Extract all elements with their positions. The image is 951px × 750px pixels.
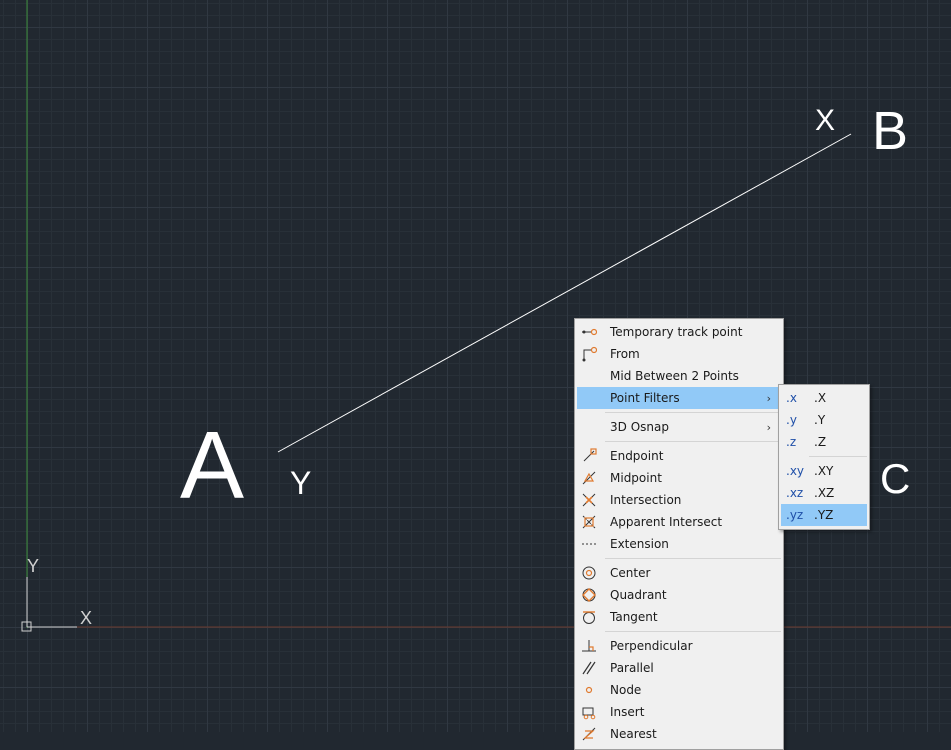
nearest-icon <box>581 726 597 742</box>
point-b-label: B <box>872 101 909 161</box>
chevron-right-icon: › <box>766 391 771 405</box>
menu-item-label: Perpendicular <box>610 639 693 653</box>
midpoint-icon <box>581 470 597 486</box>
menu-item-temporary-track-point[interactable]: Temporary track point <box>577 321 781 343</box>
filter-short-label: .x <box>786 391 797 405</box>
menu-item-point-filters[interactable]: Point Filters › <box>577 387 781 409</box>
menu-separator <box>605 558 781 559</box>
menu-item-3d-osnap[interactable]: 3D Osnap › <box>577 416 781 438</box>
ucs-y-label: Y <box>27 556 40 576</box>
menu-item-label: Center <box>610 566 651 580</box>
menu-item-label: Mid Between 2 Points <box>610 369 739 383</box>
perpendicular-icon <box>581 638 597 654</box>
menu-separator <box>605 441 781 442</box>
extension-icon <box>581 536 597 552</box>
filter-label: .XZ <box>814 486 835 500</box>
menu-item-from[interactable]: From <box>577 343 781 365</box>
x-label-near-b: X <box>815 104 836 137</box>
menu-item-label: Insert <box>610 705 645 719</box>
menu-item-label: 3D Osnap <box>610 420 669 434</box>
from-icon <box>581 346 598 362</box>
chevron-right-icon: › <box>766 420 771 434</box>
menu-item-label: Node <box>610 683 642 697</box>
endpoint-icon <box>581 448 597 464</box>
submenu-item-z[interactable]: .z .Z <box>781 431 867 453</box>
center-icon <box>581 565 597 581</box>
filter-short-label: .xz <box>786 486 804 500</box>
menu-item-label: Quadrant <box>610 588 667 602</box>
menu-item-node[interactable]: Node <box>577 679 781 701</box>
menu-item-quadrant[interactable]: Quadrant <box>577 584 781 606</box>
node-icon <box>581 682 597 698</box>
menu-item-tangent[interactable]: Tangent <box>577 606 781 628</box>
filter-short-label: .yz <box>786 508 804 522</box>
menu-item-endpoint[interactable]: Endpoint <box>577 445 781 467</box>
insert-icon <box>581 704 597 720</box>
menu-item-extension[interactable]: Extension <box>577 533 781 555</box>
menu-item-label: Apparent Intersect <box>610 515 723 529</box>
menu-separator <box>605 412 781 413</box>
menu-item-label: Point Filters <box>610 391 680 405</box>
filter-short-label: .xy <box>786 464 805 478</box>
submenu-item-xz[interactable]: .xz .XZ <box>781 482 867 504</box>
point-a-label: A <box>180 412 245 519</box>
menu-item-midpoint[interactable]: Midpoint <box>577 467 781 489</box>
submenu-item-x[interactable]: .x .X <box>781 387 867 409</box>
filter-label: .Z <box>814 435 827 449</box>
drawing-canvas[interactable]: A B C X Y Y X <box>0 0 951 732</box>
menu-item-label: Midpoint <box>610 471 662 485</box>
filter-label: .Y <box>814 413 826 427</box>
apparent-intersect-icon <box>581 514 597 530</box>
menu-item-apparent-intersect[interactable]: Apparent Intersect <box>577 511 781 533</box>
filter-label: .XY <box>814 464 834 478</box>
point-filters-submenu: .x .X .y .Y .z .Z .xy .XY .xz .XZ .yz .Y… <box>778 384 870 530</box>
intersection-icon <box>581 492 597 508</box>
menu-separator <box>605 631 781 632</box>
temporary-track-icon <box>581 324 598 340</box>
menu-item-intersection[interactable]: Intersection <box>577 489 781 511</box>
ucs-x-label: X <box>80 608 93 628</box>
submenu-item-y[interactable]: .y .Y <box>781 409 867 431</box>
menu-item-label: Extension <box>610 537 669 551</box>
menu-item-label: Parallel <box>610 661 654 675</box>
filter-label: .YZ <box>814 508 834 522</box>
menu-item-label: Intersection <box>610 493 682 507</box>
filter-short-label: .z <box>786 435 797 449</box>
menu-item-mid-between-2-points[interactable]: Mid Between 2 Points <box>577 365 781 387</box>
tangent-icon <box>581 609 597 625</box>
point-c-label: C <box>880 455 911 502</box>
menu-item-nearest[interactable]: Nearest <box>577 723 781 745</box>
menu-item-label: Tangent <box>610 610 658 624</box>
submenu-item-yz[interactable]: .yz .YZ <box>781 504 867 526</box>
menu-item-label: From <box>610 347 640 361</box>
osnap-context-menu: Temporary track point From Mid Between 2… <box>574 318 784 750</box>
menu-item-label: Nearest <box>610 727 657 741</box>
menu-item-center[interactable]: Center <box>577 562 781 584</box>
submenu-separator <box>809 456 867 457</box>
quadrant-icon <box>581 587 597 603</box>
filter-short-label: .y <box>786 413 797 427</box>
parallel-icon <box>581 660 597 676</box>
menu-item-parallel[interactable]: Parallel <box>577 657 781 679</box>
menu-item-perpendicular[interactable]: Perpendicular <box>577 635 781 657</box>
menu-item-label: Endpoint <box>610 449 664 463</box>
y-label-near-a: Y <box>290 465 312 501</box>
filter-label: .X <box>814 391 827 405</box>
menu-item-label: Temporary track point <box>610 325 743 339</box>
menu-item-insert[interactable]: Insert <box>577 701 781 723</box>
drawing-svg[interactable] <box>0 0 951 732</box>
submenu-item-xy[interactable]: .xy .XY <box>781 460 867 482</box>
